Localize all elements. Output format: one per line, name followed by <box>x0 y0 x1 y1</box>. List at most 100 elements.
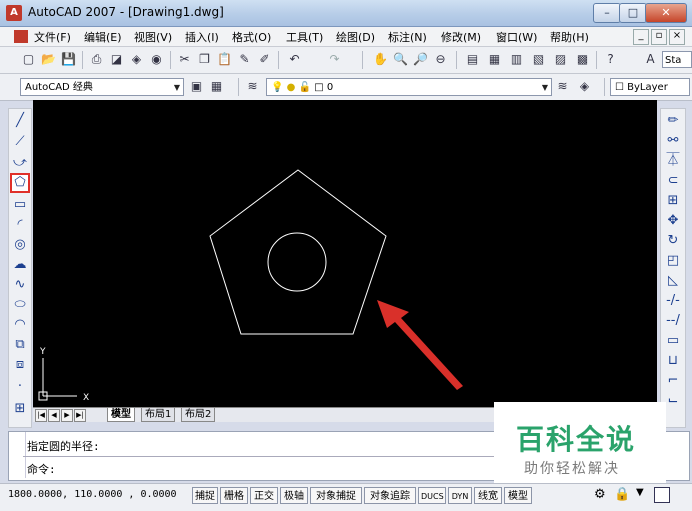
workspace-settings-icon[interactable]: ▣ <box>188 78 205 95</box>
maximize-button[interactable]: □ <box>619 3 647 23</box>
doc-close-button[interactable]: × <box>669 29 685 45</box>
status-menu-icon[interactable]: ▼ <box>636 487 644 498</box>
model-space-button[interactable]: 模型 <box>504 487 532 504</box>
next-tab-button[interactable]: ▶ <box>61 409 73 422</box>
print-icon[interactable]: ⎙ <box>88 51 105 68</box>
layer-manager-icon[interactable]: ≋ <box>244 78 261 95</box>
menu-file[interactable]: 文件(F) <box>34 29 71 45</box>
menu-dimension[interactable]: 标注(N) <box>388 29 427 45</box>
pan-icon[interactable]: ✋ <box>372 51 389 68</box>
calculator-icon[interactable]: ▩ <box>574 51 591 68</box>
object-tracking-button[interactable]: 对象追踪 <box>364 487 416 504</box>
drawing-area[interactable]: Y X <box>33 100 657 408</box>
point-icon[interactable]: · <box>10 377 30 397</box>
command-window-grip[interactable] <box>17 432 26 478</box>
undo-icon[interactable]: ↶ <box>286 51 303 68</box>
circle-icon[interactable]: ◎ <box>10 235 30 255</box>
make-block-icon[interactable]: ⧈ <box>10 355 30 375</box>
sheet-set-icon[interactable]: ▧ <box>530 51 547 68</box>
linetype-select[interactable]: ☐ ByLayer <box>610 78 690 96</box>
ducs-button[interactable]: DUCS <box>418 487 446 504</box>
insert-block-icon[interactable]: ⧉ <box>10 335 30 355</box>
command-prompt[interactable]: 命令: <box>27 461 56 477</box>
ellipse-icon[interactable]: ⬭ <box>10 295 30 315</box>
menu-edit[interactable]: 编辑(E) <box>84 29 122 45</box>
polygon-icon[interactable]: ⬠ <box>10 173 30 193</box>
layer-select[interactable]: 💡 ● 🔓 □ 0 ▼ <box>266 78 552 96</box>
paste-icon[interactable]: 📋 <box>216 51 233 68</box>
block-editor-icon[interactable]: ✐ <box>256 51 273 68</box>
polyline-icon[interactable]: ⤻ <box>10 153 30 173</box>
hatch-icon[interactable]: ⊞ <box>10 399 30 419</box>
revision-cloud-icon[interactable]: ☁ <box>10 255 30 275</box>
menu-window[interactable]: 窗口(W) <box>496 29 537 45</box>
array-icon[interactable]: ⊞ <box>662 191 684 211</box>
make-layer-current-icon[interactable]: ≋ <box>554 78 571 95</box>
copy-icon[interactable]: ❐ <box>196 51 213 68</box>
cut-icon[interactable]: ✂ <box>176 51 193 68</box>
lineweight-button[interactable]: 线宽 <box>474 487 502 504</box>
zoom-window-icon[interactable]: 🔎 <box>412 51 429 68</box>
workspace-save-icon[interactable]: ▦ <box>208 78 225 95</box>
object-snap-button[interactable]: 对象捕捉 <box>310 487 362 504</box>
prev-tab-button[interactable]: ◀ <box>48 409 60 422</box>
trim-icon[interactable]: -/- <box>662 291 684 311</box>
mirror-icon[interactable]: ⏄ <box>662 151 684 171</box>
ortho-button[interactable]: 正交 <box>250 487 278 504</box>
first-tab-button[interactable]: |◀ <box>35 409 47 422</box>
chamfer-icon[interactable]: ⌐ <box>662 371 684 391</box>
design-center-icon[interactable]: ▦ <box>486 51 503 68</box>
offset-icon[interactable]: ⊂ <box>662 171 684 191</box>
layer-previous-icon[interactable]: ◈ <box>576 78 593 95</box>
clean-screen-icon[interactable] <box>654 487 670 503</box>
zoom-previous-icon[interactable]: ⊖ <box>432 51 449 68</box>
menu-format[interactable]: 格式(O) <box>232 29 271 45</box>
menu-insert[interactable]: 插入(I) <box>185 29 219 45</box>
toolbar-lock-icon[interactable]: 🔒 <box>614 487 630 502</box>
tab-layout1[interactable]: 布局1 <box>141 408 176 422</box>
construction-line-icon[interactable]: ⟋ <box>10 132 30 152</box>
text-style-icon[interactable]: A <box>642 51 659 68</box>
rotate-icon[interactable]: ↻ <box>662 231 684 251</box>
pentagon-shape[interactable] <box>209 169 387 335</box>
line-icon[interactable]: ╱ <box>10 111 30 131</box>
menu-draw[interactable]: 绘图(D) <box>336 29 375 45</box>
spline-icon[interactable]: ∿ <box>10 275 30 295</box>
document-icon[interactable] <box>14 30 28 43</box>
last-tab-button[interactable]: ▶| <box>74 409 86 422</box>
polar-button[interactable]: 极轴 <box>280 487 308 504</box>
open-file-icon[interactable]: 📂 <box>40 51 57 68</box>
stretch-icon[interactable]: ◺ <box>662 271 684 291</box>
new-file-icon[interactable]: ▢ <box>20 51 37 68</box>
menu-tools[interactable]: 工具(T) <box>286 29 323 45</box>
snap-button[interactable]: 捕捉 <box>192 487 218 504</box>
dyn-button[interactable]: DYN <box>448 487 472 504</box>
break-icon[interactable]: ▭ <box>662 331 684 351</box>
save-icon[interactable]: 💾 <box>60 51 77 68</box>
properties-icon[interactable]: ▤ <box>464 51 481 68</box>
copy-object-icon[interactable]: ⚯ <box>662 131 684 151</box>
autocad-app-icon[interactable]: A <box>6 5 22 21</box>
minimize-button[interactable]: – <box>593 3 621 23</box>
text-style-combo[interactable]: Sta <box>662 51 692 68</box>
menu-help[interactable]: 帮助(H) <box>550 29 589 45</box>
3d-dwf-icon[interactable]: ◉ <box>148 51 165 68</box>
ellipse-arc-icon[interactable]: ◠ <box>10 315 30 335</box>
join-icon[interactable]: ⊔ <box>662 351 684 371</box>
grid-button[interactable]: 栅格 <box>220 487 248 504</box>
redo-icon[interactable]: ↷ <box>326 51 343 68</box>
markup-icon[interactable]: ▨ <box>552 51 569 68</box>
match-properties-icon[interactable]: ✎ <box>236 51 253 68</box>
tab-layout2[interactable]: 布局2 <box>181 408 216 422</box>
doc-minimize-button[interactable]: _ <box>633 29 649 45</box>
tool-palettes-icon[interactable]: ▥ <box>508 51 525 68</box>
move-icon[interactable]: ✥ <box>662 211 684 231</box>
rectangle-icon[interactable]: ▭ <box>10 195 30 215</box>
publish-icon[interactable]: ◈ <box>128 51 145 68</box>
workspace-select[interactable]: AutoCAD 经典 ▼ <box>20 78 184 96</box>
menu-view[interactable]: 视图(V) <box>134 29 172 45</box>
doc-restore-button[interactable]: ▫ <box>651 29 667 45</box>
tab-model[interactable]: 模型 <box>107 408 135 422</box>
scale-icon[interactable]: ◰ <box>662 251 684 271</box>
erase-icon[interactable]: ✏ <box>662 111 684 131</box>
